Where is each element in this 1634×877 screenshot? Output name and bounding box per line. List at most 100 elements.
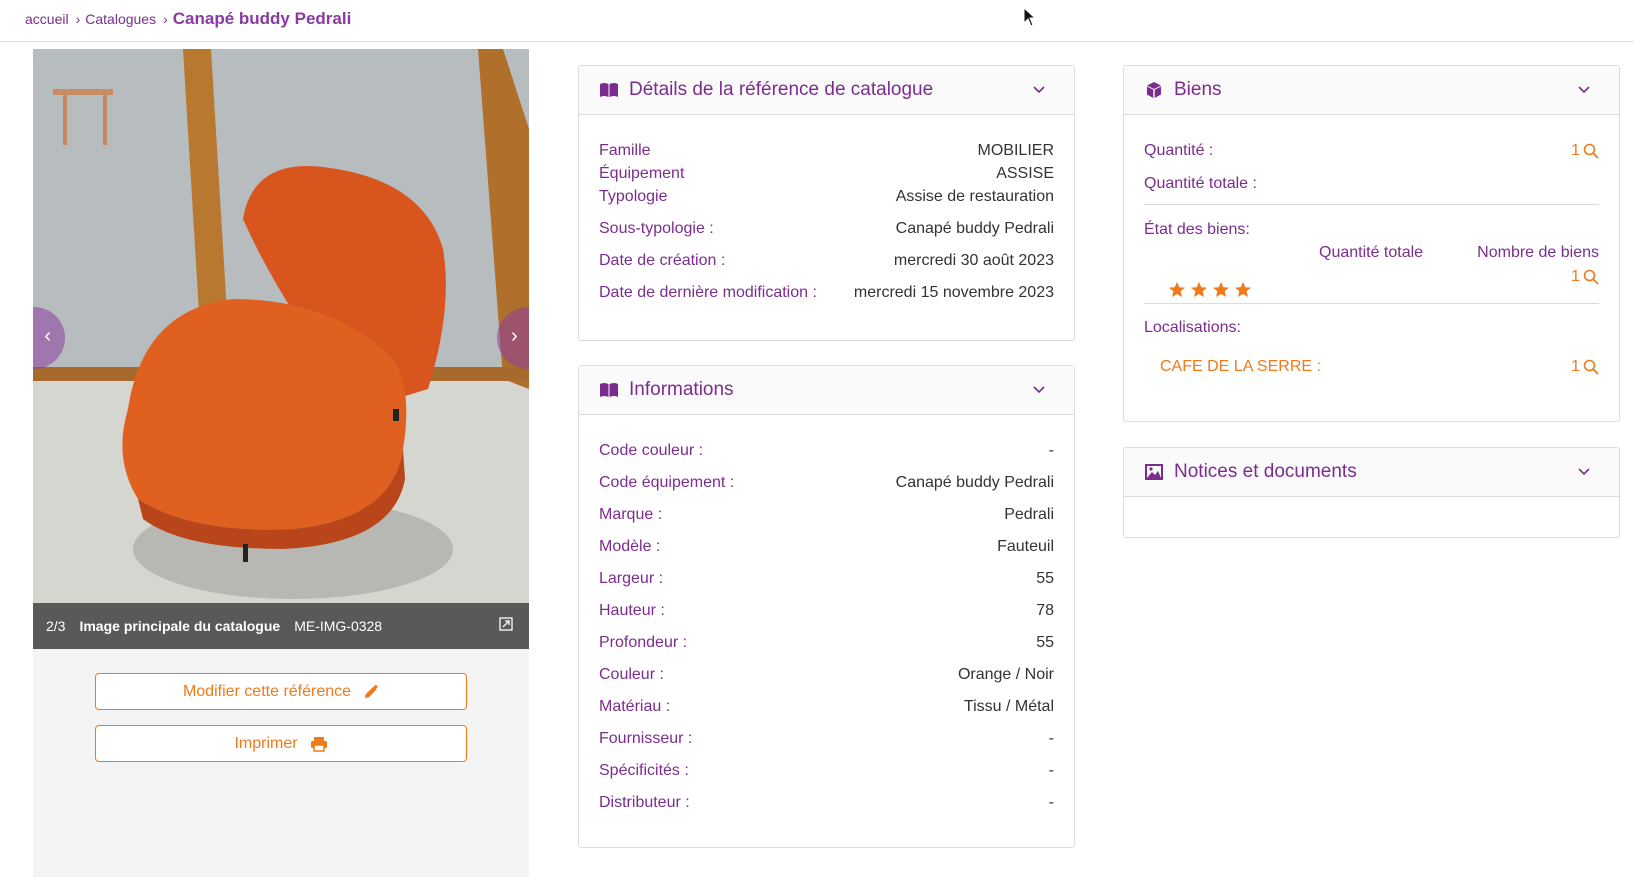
edit-reference-label: Modifier cette référence (182, 682, 352, 700)
info-row-label: Largeur : (599, 570, 664, 587)
breadcrumb-separator: › (163, 11, 168, 27)
chevron-down-icon[interactable] (1577, 83, 1591, 97)
quantite-label: Quantité : (1144, 142, 1214, 159)
quantite-totale-label: Quantité totale : (1144, 175, 1257, 192)
details-row-value: mercredi 15 novembre 2023 (853, 284, 1054, 301)
details-row-label: Date de dernière modification : (599, 284, 817, 301)
book-open-icon (600, 383, 618, 397)
gallery-caption: 2/3 Image principale du catalogue ME-IMG… (33, 603, 529, 649)
etat-label: État des biens: (1144, 221, 1250, 238)
details-row-label: Date de création : (599, 252, 726, 269)
armchair-photo (33, 49, 529, 649)
etat-search-link[interactable]: 1 (1571, 268, 1599, 286)
info-row-label: Code équipement : (599, 474, 735, 491)
details-row: Date de création : mercredi 30 août 2023 (599, 252, 1054, 270)
info-row: Profondeur : 55 (599, 634, 1054, 652)
info-row: Code couleur : - (599, 442, 1054, 460)
details-row-label: Sous-typologie : (599, 220, 714, 237)
details-row: Sous-typologie : Canapé buddy Pedrali (599, 220, 1054, 238)
info-row-label: Profondeur : (599, 634, 688, 651)
quantite-value: 1 (1571, 142, 1580, 159)
details-row-value: MOBILIER (977, 142, 1054, 159)
info-row-value: Pedrali (1004, 506, 1054, 523)
star-icon (1191, 282, 1207, 297)
details-row: Famille MOBILIER (599, 142, 1054, 160)
details-panel-title: Détails de la référence de catalogue (629, 79, 934, 100)
chevron-down-icon[interactable] (1032, 83, 1046, 97)
mouse-cursor-icon (1023, 7, 1037, 27)
info-row-label: Distributeur : (599, 794, 690, 811)
breadcrumb-current: Canapé buddy Pedrali (172, 9, 352, 28)
info-row: Spécificités : - (599, 762, 1054, 780)
print-label: Imprimer (234, 734, 298, 752)
col-nombre-biens: Nombre de biens (1477, 244, 1599, 261)
breadcrumb: accueil › Catalogues › Canapé buddy Pedr… (25, 9, 351, 29)
details-panel: Détails de la référence de catalogue Fam… (578, 65, 1075, 341)
details-row: Équipement ASSISE (599, 165, 1054, 183)
info-row-value: - (1048, 794, 1054, 811)
info-row-value: Orange / Noir (957, 666, 1054, 683)
quantite-search-link[interactable]: 1 (1571, 142, 1599, 160)
pencil-icon (365, 684, 379, 698)
etat-rating (1168, 281, 1252, 298)
info-row: Largeur : 55 (599, 570, 1054, 588)
info-row: Hauteur : 78 (599, 602, 1054, 620)
info-row: Distributeur : - (599, 794, 1054, 812)
details-row-label: Typologie (599, 188, 668, 205)
print-button[interactable]: Imprimer (95, 725, 467, 762)
search-icon (1583, 359, 1599, 375)
info-row-label: Modèle : (599, 538, 661, 555)
info-row: Fournisseur : - (599, 730, 1054, 748)
notices-panel-title: Notices et documents (1174, 461, 1357, 482)
notices-panel-header[interactable]: Notices et documents (1124, 448, 1619, 497)
col-quantite-totale: Quantité totale (1319, 244, 1424, 261)
chevron-down-icon[interactable] (1577, 465, 1591, 479)
star-icon (1213, 282, 1229, 297)
localisation-search-link[interactable]: 1 (1571, 358, 1599, 376)
gallery-index: 2/3 (46, 618, 66, 634)
localisations-label: Localisations: (1144, 319, 1241, 336)
gallery-image-title: Image principale du catalogue (79, 618, 281, 634)
biens-panel-header[interactable]: Biens (1124, 66, 1619, 115)
info-row: Marque : Pedrali (599, 506, 1054, 524)
info-row: Code équipement : Canapé buddy Pedrali (599, 474, 1054, 492)
info-row-label: Matériau : (599, 698, 671, 715)
info-row-value: - (1048, 442, 1054, 459)
breadcrumb-home-link[interactable]: accueil (25, 11, 69, 27)
info-row-value: Canapé buddy Pedrali (895, 474, 1054, 491)
details-row-value: Assise de restauration (895, 188, 1054, 205)
informations-panel: Informations Code couleur : - Code équip… (578, 365, 1075, 848)
fullscreen-icon[interactable] (499, 617, 513, 631)
info-row-value: - (1048, 762, 1054, 779)
notices-panel: Notices et documents (1123, 447, 1620, 538)
informations-panel-header[interactable]: Informations (579, 366, 1074, 415)
info-row: Modèle : Fauteuil (599, 538, 1054, 556)
info-row-value: 55 (1036, 570, 1054, 587)
info-row-label: Code couleur : (599, 442, 704, 459)
localisation-name[interactable]: CAFE DE LA SERRE : (1160, 358, 1321, 376)
breadcrumb-catalogues-link[interactable]: Catalogues (85, 11, 156, 27)
top-bar: accueil › Catalogues › Canapé buddy Pedr… (0, 0, 1634, 42)
localisation-value: 1 (1571, 358, 1580, 375)
divider (1144, 303, 1599, 304)
gallery-image-code: ME-IMG-0328 (294, 618, 383, 634)
biens-panel-title: Biens (1174, 79, 1222, 100)
info-row: Couleur : Orange / Noir (599, 666, 1054, 684)
details-row: Date de dernière modification : mercredi… (599, 284, 1054, 302)
chevron-left-icon: ‹ (44, 325, 51, 347)
info-row-label: Spécificités : (599, 762, 689, 779)
divider (1144, 204, 1599, 205)
search-icon (1583, 143, 1599, 159)
info-row: Matériau : Tissu / Métal (599, 698, 1054, 716)
info-row-value: Fauteuil (997, 538, 1054, 555)
info-row-label: Marque : (599, 506, 663, 523)
info-row-value: - (1048, 730, 1054, 747)
image-icon (1145, 464, 1163, 480)
chevron-down-icon[interactable] (1032, 383, 1046, 397)
info-row-label: Fournisseur : (599, 730, 693, 747)
cube-icon (1147, 82, 1161, 98)
details-row-label: Famille (599, 142, 651, 159)
details-panel-header[interactable]: Détails de la référence de catalogue (579, 66, 1074, 115)
edit-reference-button[interactable]: Modifier cette référence (95, 673, 467, 710)
catalogue-photo[interactable]: ‹ › 2/3 Image principale du catalogue ME… (33, 49, 529, 649)
